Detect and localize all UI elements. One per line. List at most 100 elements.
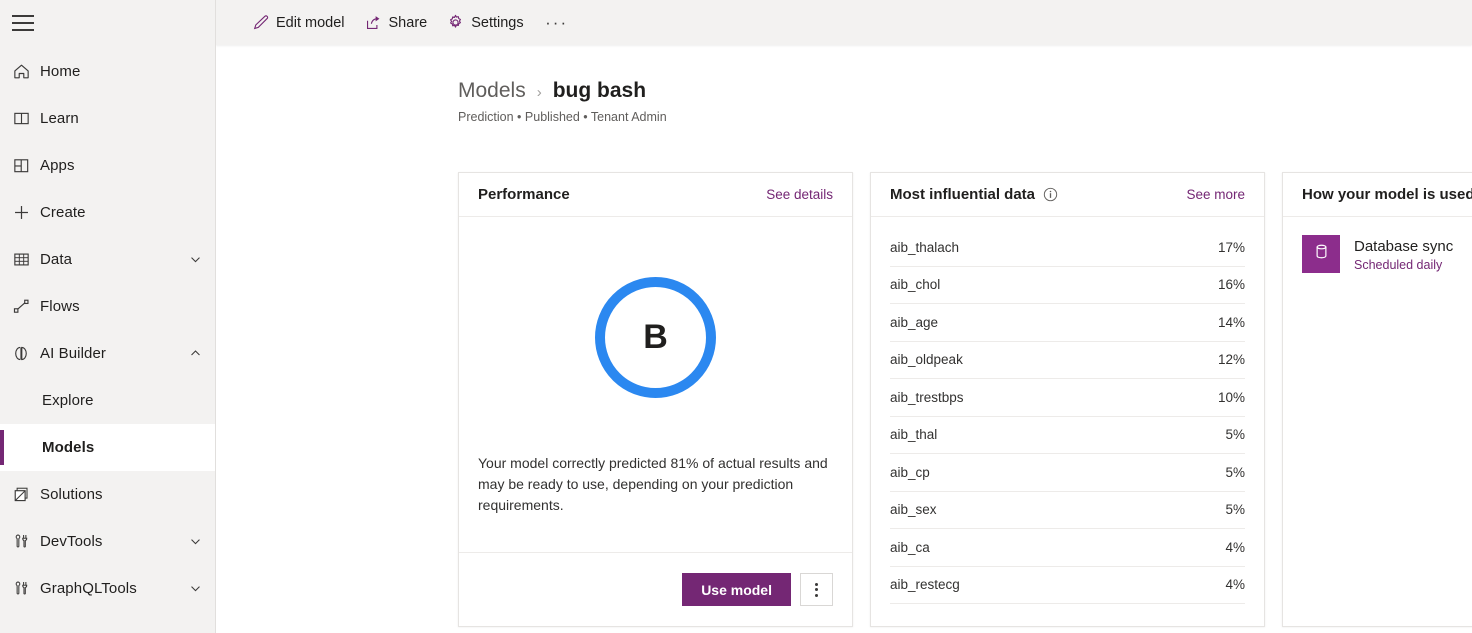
tools-icon [12,579,40,598]
model-usage-card: How your model is used Database syncSche… [1282,172,1472,627]
use-model-button[interactable]: Use model [682,573,791,606]
influential-field-name: aib_chol [890,277,1218,292]
share-icon [365,14,382,31]
influential-row: aib_chol16% [890,267,1245,305]
chevron-down-icon[interactable] [185,534,205,549]
sidebar-item-label: Learn [40,110,205,127]
sidebar-item-label: Apps [40,157,205,174]
performance-grade-badge: B [595,277,716,398]
influential-row: aib_sex5% [890,492,1245,530]
sidebar-item-label: Data [40,251,185,268]
sidebar-item-label: Home [40,63,205,80]
influential-row: aib_age14% [890,304,1245,342]
influential-field-value: 16% [1218,277,1245,292]
breadcrumb: Models › bug bash [458,79,1472,103]
performance-card: Performance See details B Your model cor… [458,172,853,627]
sidebar-item-label: Explore [42,392,205,409]
performance-card-title: Performance [478,186,766,203]
performance-card-header: Performance See details [459,173,852,217]
command-bar: Edit model Share [216,0,1472,45]
breadcrumb-models-link[interactable]: Models [458,79,526,103]
kebab-dot [815,594,818,597]
influential-field-name: aib_oldpeak [890,352,1218,367]
brain-icon [12,344,40,363]
sidebar-item-label: Create [40,204,205,221]
share-button[interactable]: Share [355,0,438,45]
influential-row: aib_cp5% [890,454,1245,492]
sidebar-item-devtools[interactable]: DevTools [0,518,215,565]
sidebar-item-label: AI Builder [40,345,185,362]
book-icon [12,109,40,128]
influential-field-name: aib_ca [890,540,1225,555]
sidebar-item-explore[interactable]: Explore [0,377,215,424]
influential-field-value: 12% [1218,352,1245,367]
influential-field-value: 4% [1225,577,1245,592]
table-icon [12,250,40,269]
sidebar-item-label: GraphQLTools [40,580,185,597]
sidebar-item-label: Flows [40,298,205,315]
usage-card-header: How your model is used [1283,173,1472,217]
chevron-down-icon[interactable] [185,252,205,267]
usage-item-text: Database syncScheduled daily [1354,237,1453,272]
overflow-menu-button[interactable]: ··· [540,0,574,45]
usage-item[interactable]: Database syncScheduled daily [1302,235,1472,273]
sidebar-item-home[interactable]: Home [0,48,215,95]
see-details-link[interactable]: See details [766,187,833,202]
influential-field-name: aib_cp [890,465,1225,480]
see-more-link[interactable]: See more [1186,187,1245,202]
performance-card-body: B Your model correctly predicted 81% of … [459,217,852,626]
influential-data-card: Most influential data See more aib_thala… [870,172,1265,627]
settings-button[interactable]: Settings [437,0,533,45]
sidebar-item-data[interactable]: Data [0,236,215,283]
influential-field-value: 5% [1225,427,1245,442]
sidebar-nav-list: Home Learn Apps Create Data Flows AI Builder Ex… [0,48,215,612]
sidebar-item-learn[interactable]: Learn [0,95,215,142]
app-root: Home Learn Apps Create Data Flows AI Builder Ex… [0,0,1472,633]
influential-card-header: Most influential data See more [871,173,1264,217]
plus-icon [12,203,40,222]
breadcrumb-area: Models › bug bash Prediction • Published… [216,45,1472,124]
influential-rows: aib_thalach17%aib_chol16%aib_age14%aib_o… [871,217,1264,626]
flow-icon [12,297,40,316]
performance-card-footer: Use model [459,552,852,626]
sidebar-item-label: DevTools [40,533,185,550]
influential-row: aib_thalach17% [890,229,1245,267]
sidebar-item-flows[interactable]: Flows [0,283,215,330]
home-icon [12,62,40,81]
pencil-icon [252,14,269,31]
breadcrumb-separator-icon: › [537,84,542,101]
hamburger-icon[interactable] [12,15,34,31]
kebab-dot [815,588,818,591]
influential-row: aib_oldpeak12% [890,342,1245,380]
influential-field-value: 14% [1218,315,1245,330]
sidebar-item-models[interactable]: Models [0,424,215,471]
influential-field-name: aib_trestbps [890,390,1218,405]
solutions-icon [12,485,40,504]
influential-field-name: aib_restecg [890,577,1225,592]
sidebar-item-graphqltools[interactable]: GraphQLTools [0,565,215,612]
chevron-down-icon[interactable] [185,581,205,596]
info-icon[interactable] [1043,187,1058,202]
influential-row: aib_restecg4% [890,567,1245,605]
sidebar-item-create[interactable]: Create [0,189,215,236]
settings-label: Settings [471,15,523,31]
use-model-more-button[interactable] [800,573,833,606]
page-title: bug bash [553,79,646,103]
performance-description: Your model correctly predicted 81% of ac… [478,453,833,538]
influential-field-name: aib_thal [890,427,1225,442]
influential-field-name: aib_sex [890,502,1225,517]
edit-model-label: Edit model [276,15,345,31]
sidebar-item-solutions[interactable]: Solutions [0,471,215,518]
influential-card-title: Most influential data [890,186,1186,203]
sidebar-item-label: Models [42,439,205,456]
influential-row: aib_trestbps10% [890,379,1245,417]
influential-row: aib_ca4% [890,529,1245,567]
sidebar-item-label: Solutions [40,486,205,503]
edit-model-button[interactable]: Edit model [242,0,355,45]
influential-field-value: 4% [1225,540,1245,555]
sidebar-item-ai-builder[interactable]: AI Builder [0,330,215,377]
influential-title-text: Most influential data [890,186,1035,203]
usage-card-body: Database syncScheduled daily [1283,217,1472,626]
chevron-up-icon[interactable] [185,346,205,361]
sidebar-item-apps[interactable]: Apps [0,142,215,189]
